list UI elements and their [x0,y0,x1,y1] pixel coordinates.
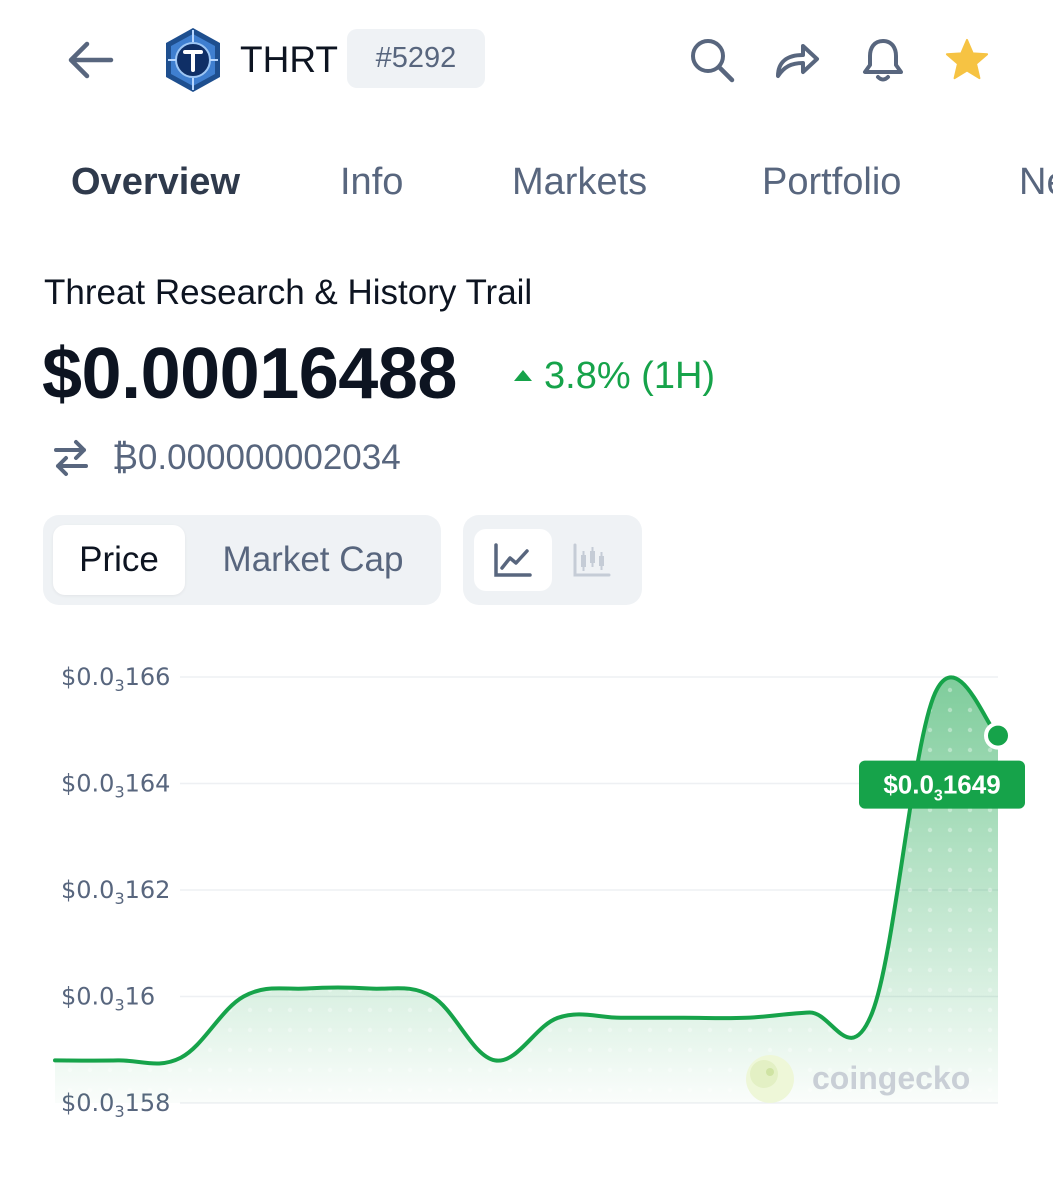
watermark-text: coingecko [812,1060,970,1096]
chart-type-toggle [463,515,642,605]
candlestick-icon [573,543,611,577]
y-tick-label: $0.03162 [61,876,170,908]
label-sub: 3 [934,788,943,805]
svg-text:$0.031649: $0.031649 [883,770,1000,805]
tab-info[interactable]: Info [340,158,403,206]
bell-icon [863,39,903,82]
label-suffix: 1649 [943,770,1001,800]
price-chart[interactable]: $0.03166$0.03164$0.03162$0.0316$0.03158 … [0,640,1053,1160]
y-tick-label: $0.03164 [61,770,170,802]
tab-news[interactable]: Ne [1019,158,1053,206]
back-button[interactable] [58,32,122,88]
tab-portfolio[interactable]: Portfolio [762,158,901,206]
star-icon [945,38,989,80]
swap-icon[interactable] [50,436,92,478]
current-price-dot [984,721,1012,750]
search-icon [691,39,735,83]
rank-badge: #5292 [347,29,485,88]
coin-ticker: THRT [240,39,338,80]
metric-toggle: Price Market Cap [43,515,441,605]
price-change-value: 3.8% (1H) [544,355,716,397]
back-arrow-icon [68,41,114,79]
share-button[interactable] [771,34,823,86]
notification-button[interactable] [857,34,909,86]
y-tick-label: $0.03166 [61,663,170,695]
line-chart-button[interactable] [474,529,552,591]
coin-name: Threat Research & History Trail [44,273,533,312]
share-icon [776,44,819,78]
tab-markets[interactable]: Markets [512,158,647,206]
current-price-label: $0.031649 [859,760,1025,809]
label-prefix: $0.0 [883,770,934,800]
y-tick-label: $0.0316 [61,983,155,1015]
price-line [53,675,1000,1066]
tab-overview[interactable]: Overview [71,158,240,206]
candlestick-chart-button[interactable] [553,529,631,591]
btc-price: ₿0.000000002034 [112,438,401,477]
price-toggle-button[interactable]: Price [53,525,185,595]
search-button[interactable] [686,34,738,86]
market-cap-toggle-button[interactable]: Market Cap [195,525,431,595]
coin-logo [162,26,224,94]
line-chart-icon [494,543,532,577]
coingecko-watermark: coingecko [746,1055,970,1103]
up-triangle-icon [514,369,532,381]
coin-price: $0.00016488 [42,334,457,414]
price-change: 3.8% (1H) [514,352,715,400]
favorite-button[interactable] [941,34,993,86]
